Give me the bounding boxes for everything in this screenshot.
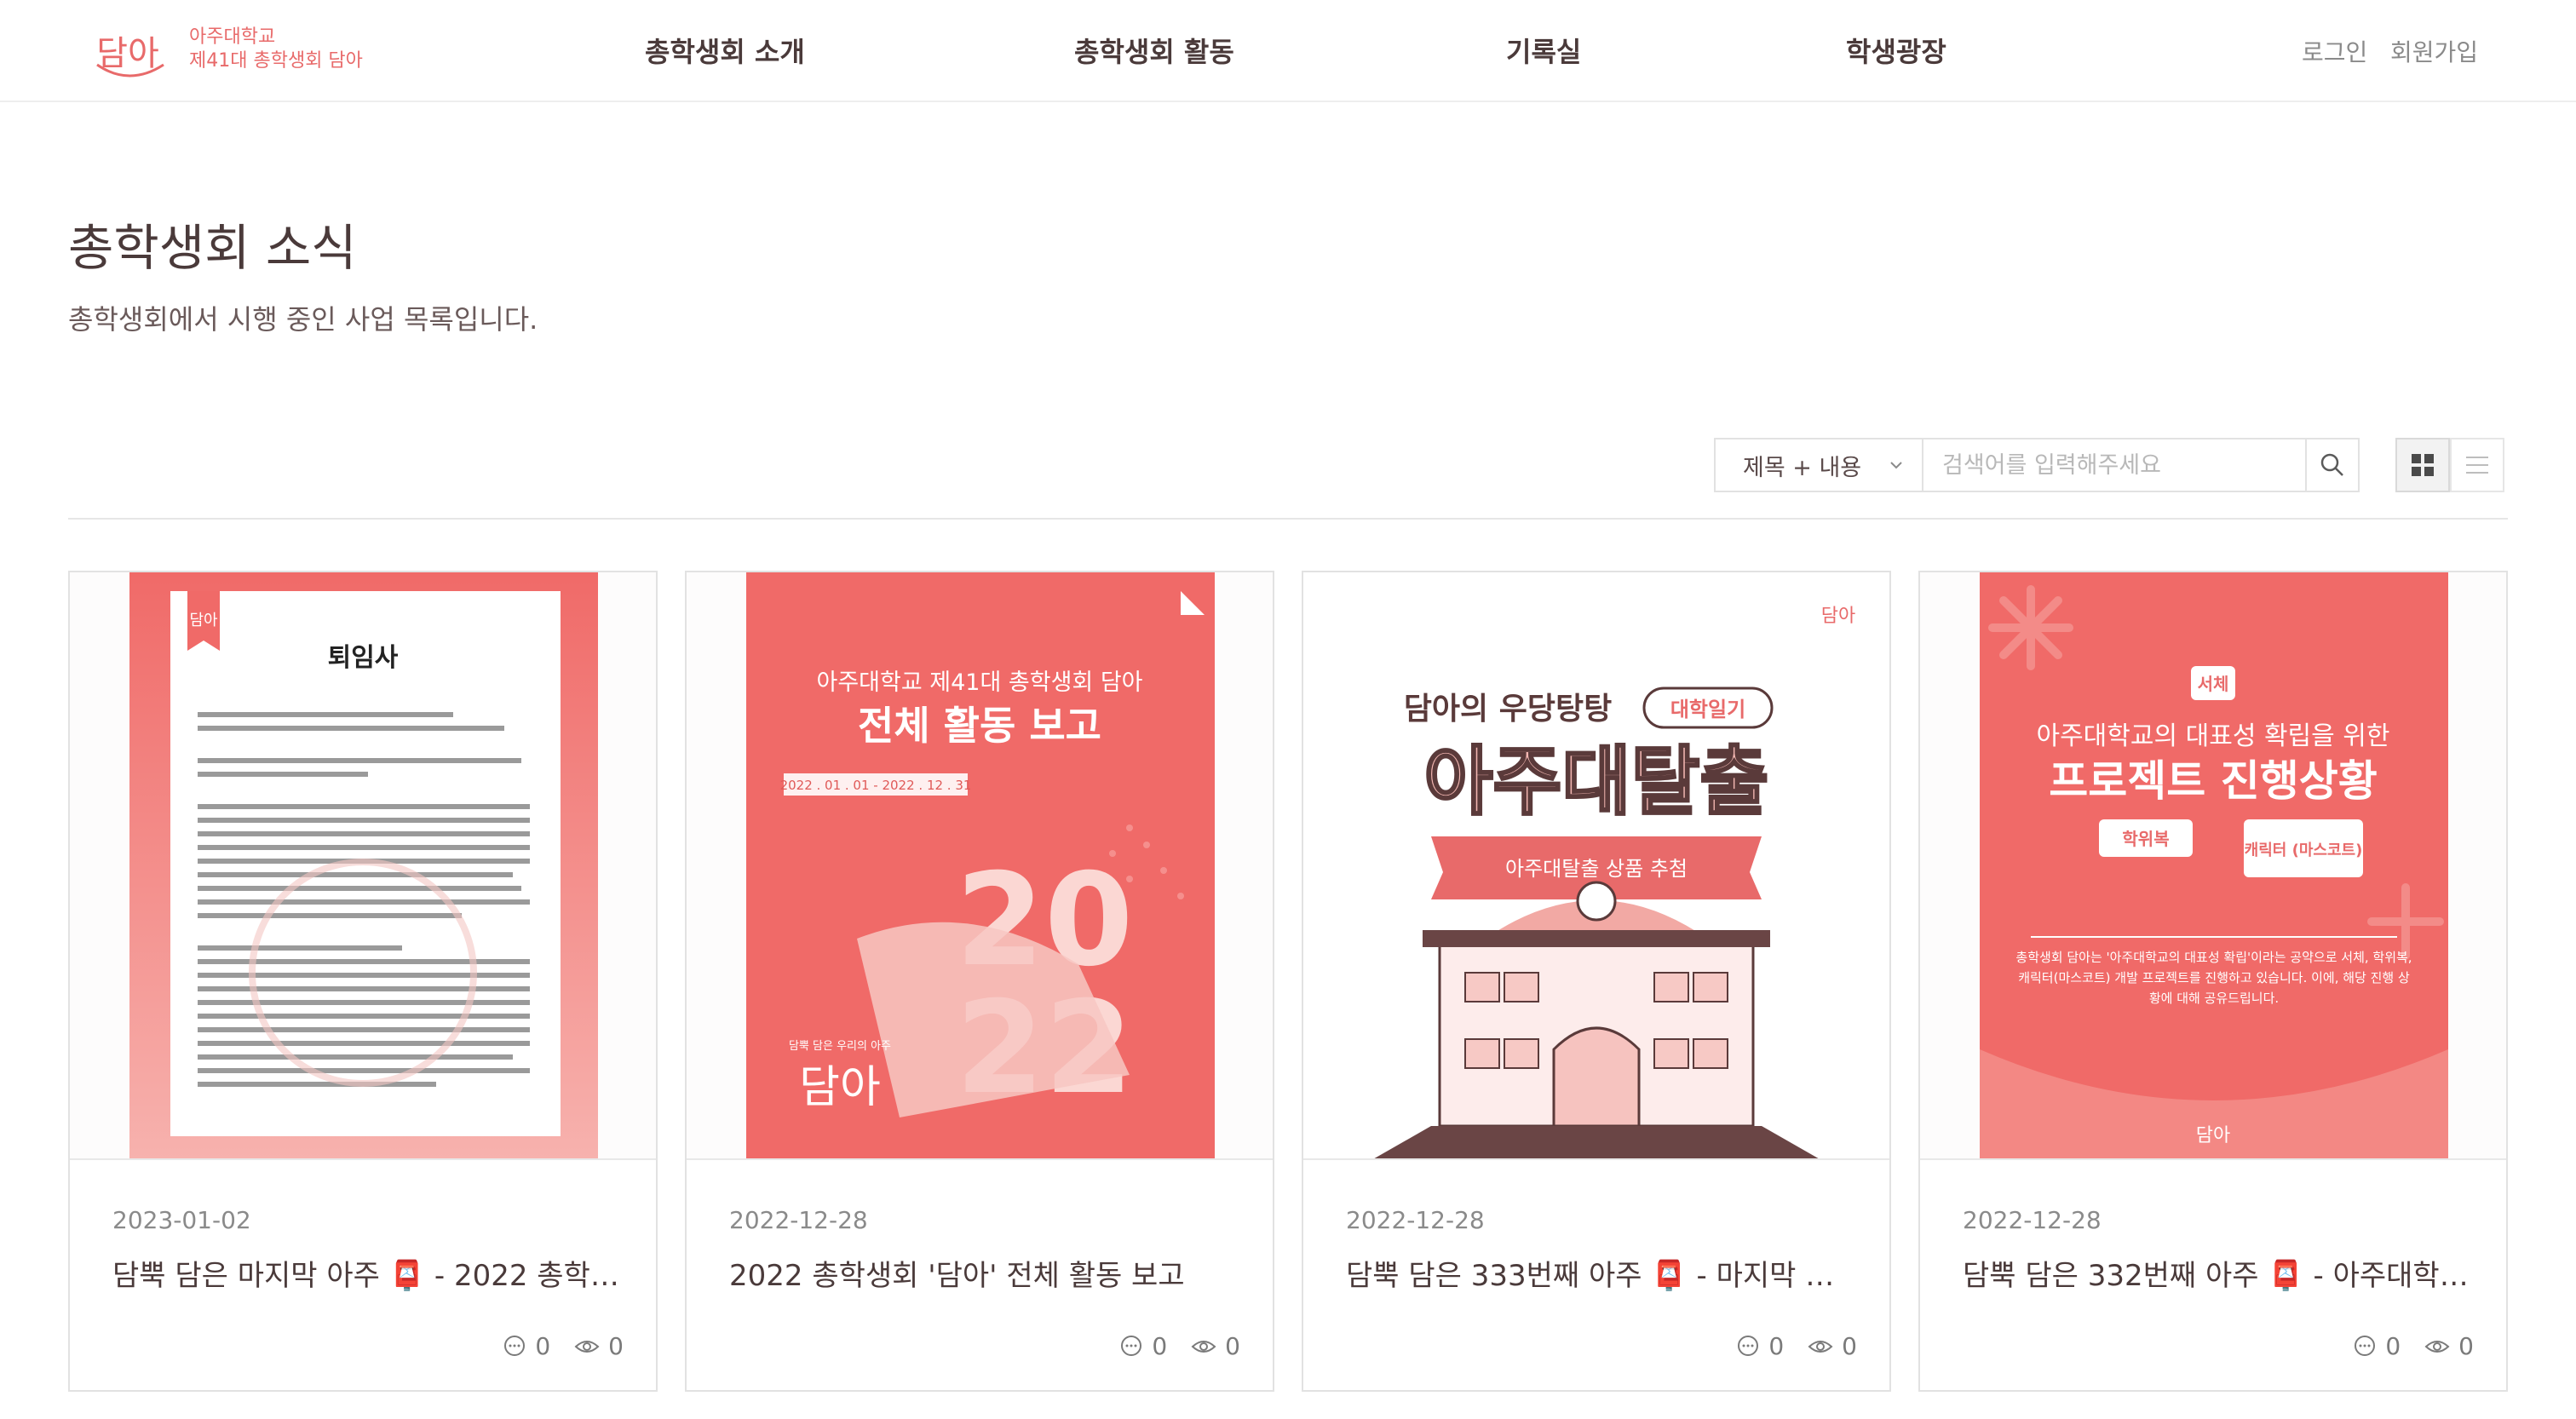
nav-item-intro[interactable]: 총학생회 소개	[645, 31, 805, 70]
page-title: 총학생회 소식	[68, 219, 357, 277]
thumb-tag3: 캐릭터 (마스코트)	[2245, 842, 2363, 859]
post-thumbnail: 담아 퇴임사	[70, 572, 656, 1160]
search-icon	[2320, 453, 2343, 476]
post-title[interactable]: 2022 총학생회 '담아' 전체 활동 보고	[729, 1252, 1240, 1294]
post-thumbnail: 서체 아주대학교의 대표성 확립을 위한 프로젝트 진행상황 학위복 캐릭터 (…	[1920, 572, 2506, 1160]
comment-icon	[2355, 1335, 2376, 1356]
post-card[interactable]: 서체 아주대학교의 대표성 확립을 위한 프로젝트 진행상황 학위복 캐릭터 (…	[1918, 571, 2508, 1392]
nav-item-archive[interactable]: 기록실	[1506, 31, 1581, 70]
thumb-line2: 전체 활동 보고	[858, 703, 1101, 749]
thumb-tagline: 담뿍 담은 우리의 아주	[789, 1040, 891, 1053]
divider	[68, 518, 2508, 520]
nav-item-student-plaza[interactable]: 학생광장	[1846, 31, 1946, 70]
logo-mark-text: 담아	[96, 34, 159, 73]
damah-logo-icon: 담아	[85, 15, 174, 83]
post-date: 2022-12-28	[1963, 1206, 2102, 1234]
post-stats: 0 0	[2329, 1332, 2474, 1360]
post-title[interactable]: 담뿍 담은 332번째 아주 📮 - 아주대학교의 대표성 확립을 위한 프로젝…	[1963, 1252, 2474, 1294]
search-type-select[interactable]: 제목 + 내용	[1714, 438, 1922, 492]
search-button[interactable]	[2305, 438, 2360, 492]
comment-count: 0	[535, 1332, 551, 1360]
post-stats: 0 0	[1095, 1332, 1240, 1360]
list-icon	[2466, 457, 2488, 474]
thumb-big: 프로젝트 진행상황	[2049, 756, 2377, 806]
grid-icon	[2412, 454, 2434, 476]
post-date: 2022-12-28	[1346, 1206, 1485, 1234]
view-count: 0	[1225, 1332, 1240, 1360]
thumb-line1: 아주대학교의 대표성 확립을 위한	[2036, 721, 2389, 751]
post-title[interactable]: 담뿍 담은 333번째 아주 📮 - 마지막 이벤트 아주대탈출 상품 추첨	[1346, 1252, 1857, 1294]
logo-line2: 제41대 총학생회 담아	[189, 50, 363, 72]
thumb-logo: 담아	[1821, 606, 1855, 627]
comment-count: 0	[2385, 1332, 2401, 1360]
view-count: 0	[1842, 1332, 1857, 1360]
login-link[interactable]: 로그인	[2302, 34, 2367, 68]
post-thumbnail: 담아 담아의 우당탕탕 대학일기 아주대탈출 아주대탈출 상품 추첨	[1303, 572, 1889, 1160]
thumb-line1: 담아의 우당탕탕	[1404, 692, 1612, 727]
search-input[interactable]	[1922, 438, 2305, 492]
comment-icon	[1738, 1335, 1759, 1356]
post-date: 2022-12-28	[729, 1206, 868, 1234]
thumb-line1: 아주대학교 제41대 총학생회 담아	[816, 669, 1142, 696]
thumb-big: 아주대탈출	[1424, 738, 1769, 825]
thumb-heading: 퇴임사	[328, 643, 399, 673]
page-subtitle: 총학생회에서 시행 중인 사업 목록입니다.	[68, 303, 538, 336]
eye-icon	[2424, 1340, 2450, 1353]
comment-count: 0	[1152, 1332, 1168, 1360]
grid-view-toggle[interactable]	[2395, 438, 2450, 492]
thumb-tag: 서체	[2198, 674, 2229, 694]
signup-link[interactable]: 회원가입	[2390, 34, 2478, 68]
view-count: 0	[2458, 1332, 2474, 1360]
nav-item-activities[interactable]: 총학생회 활동	[1074, 31, 1234, 70]
thumb-logo: 담아	[799, 1062, 881, 1113]
thumb-ribbon: 아주대탈출 상품 추첨	[1505, 857, 1688, 881]
site-logo[interactable]: 담아 아주대학교 제41대 총학생회 담아	[85, 15, 363, 83]
post-stats: 0 0	[479, 1332, 624, 1360]
thumb-tag2: 학위복	[2122, 829, 2169, 849]
comment-count: 0	[1768, 1332, 1785, 1360]
logo-line1: 아주대학교	[189, 26, 276, 48]
comment-icon	[504, 1335, 526, 1356]
eye-icon	[1191, 1340, 1216, 1353]
thumb-body: 총학생회 담아는 '아주대학교의 대표성 확립'이라는 공약으로 서체, 학위복…	[2015, 950, 2412, 1006]
site-header: 담아 아주대학교 제41대 총학생회 담아 총학생회 소개 총학생회 활동 기록…	[0, 0, 2576, 102]
chevron-down-icon	[1890, 462, 1902, 469]
thumb-logo: 담아	[2196, 1125, 2230, 1146]
post-card[interactable]: 담아 퇴임사 2023-01-02 담뿍 담은 마지막 아주 📮 - 2022 …	[68, 571, 658, 1392]
eye-icon	[574, 1340, 600, 1353]
post-date: 2023-01-02	[112, 1206, 251, 1234]
thumb-logo: 담아	[189, 612, 218, 629]
search-bar: 제목 + 내용	[1714, 438, 2360, 492]
post-stats: 0 0	[1712, 1332, 1857, 1360]
thumb-bubble: 대학일기	[1670, 698, 1745, 721]
comment-icon	[1121, 1335, 1142, 1356]
post-title[interactable]: 담뿍 담은 마지막 아주 📮 - 2022 총학생회 '담아' 퇴임사	[112, 1252, 624, 1294]
view-count: 0	[608, 1332, 624, 1360]
search-type-value: 제목 + 내용	[1743, 454, 1862, 481]
post-thumbnail: 아주대학교 제41대 총학생회 담아 전체 활동 보고 2022 . 01 . …	[687, 572, 1273, 1160]
list-view-toggle[interactable]	[2450, 438, 2504, 492]
thumb-period: 2022 . 01 . 01 - 2022 . 12 . 31	[780, 778, 972, 793]
post-card[interactable]: 담아 담아의 우당탕탕 대학일기 아주대탈출 아주대탈출 상품 추첨 2022-…	[1302, 571, 1891, 1392]
eye-icon	[1808, 1340, 1833, 1353]
post-card[interactable]: 아주대학교 제41대 총학생회 담아 전체 활동 보고 2022 . 01 . …	[685, 571, 1274, 1392]
